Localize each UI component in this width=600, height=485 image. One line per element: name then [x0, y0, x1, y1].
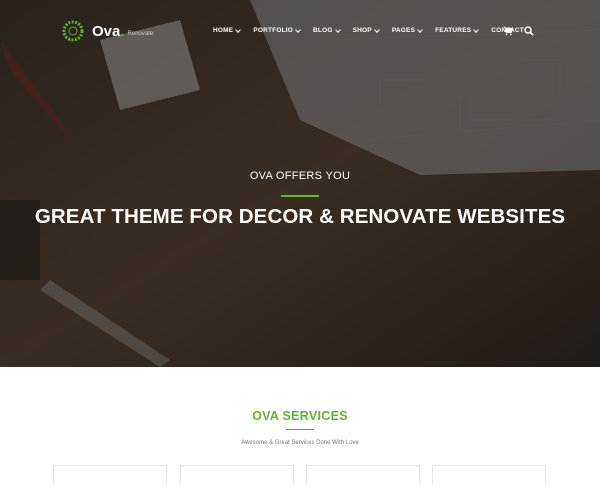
chevron-down-icon: [334, 26, 341, 33]
nav-item-label: BLOG: [313, 27, 333, 34]
service-card[interactable]: [306, 465, 420, 485]
nav-item-shop[interactable]: SHOP: [352, 26, 380, 34]
site-header: Ova. Renovate HOME PORTFOLIO BLOG SHOP P…: [0, 0, 600, 64]
nav-item-label: PORTFOLIO: [253, 27, 294, 34]
search-icon[interactable]: [524, 26, 534, 36]
service-card[interactable]: [53, 465, 167, 485]
chevron-down-icon: [417, 26, 423, 33]
nav-item-portfolio[interactable]: PORTFOLIO: [253, 26, 301, 34]
nav-item-label: FEATURES: [435, 27, 472, 34]
chevron-down-icon: [295, 26, 301, 33]
main-nav: HOME PORTFOLIO BLOG SHOP PAGES FEATURES …: [213, 26, 537, 34]
logo-ring-icon: [62, 20, 84, 42]
logo[interactable]: Ova. Renovate: [62, 20, 153, 42]
nav-item-pages[interactable]: PAGES: [391, 26, 423, 34]
nav-item-label: PAGES: [391, 27, 416, 34]
service-card[interactable]: [180, 465, 294, 485]
nav-item-blog[interactable]: BLOG: [313, 26, 341, 34]
services-subtitle: Awesome & Great Services Done With Love: [241, 440, 359, 446]
hero-title: GREAT THEME FOR DECOR & RENOVATE WEBSITE…: [34, 205, 566, 228]
services-title: OVA SERVICES: [252, 409, 348, 423]
hero-divider: [281, 195, 319, 197]
logo-name: Ova: [92, 22, 121, 40]
hero-subtitle: OVA OFFERS YOU: [249, 170, 351, 182]
service-card[interactable]: [432, 465, 546, 485]
chevron-down-icon: [473, 26, 480, 33]
nav-item-features[interactable]: FEATURES: [435, 26, 480, 34]
chevron-down-icon: [235, 26, 242, 33]
logo-tagline: Renovate: [127, 30, 154, 37]
nav-item-label: SHOP: [352, 27, 372, 34]
nav-item-label: HOME: [213, 27, 234, 34]
chevron-down-icon: [374, 26, 380, 33]
nav-item-home[interactable]: HOME: [213, 26, 242, 34]
cart-icon[interactable]: [503, 26, 513, 36]
logo-dot: .: [120, 22, 125, 40]
services-divider: [286, 429, 314, 430]
